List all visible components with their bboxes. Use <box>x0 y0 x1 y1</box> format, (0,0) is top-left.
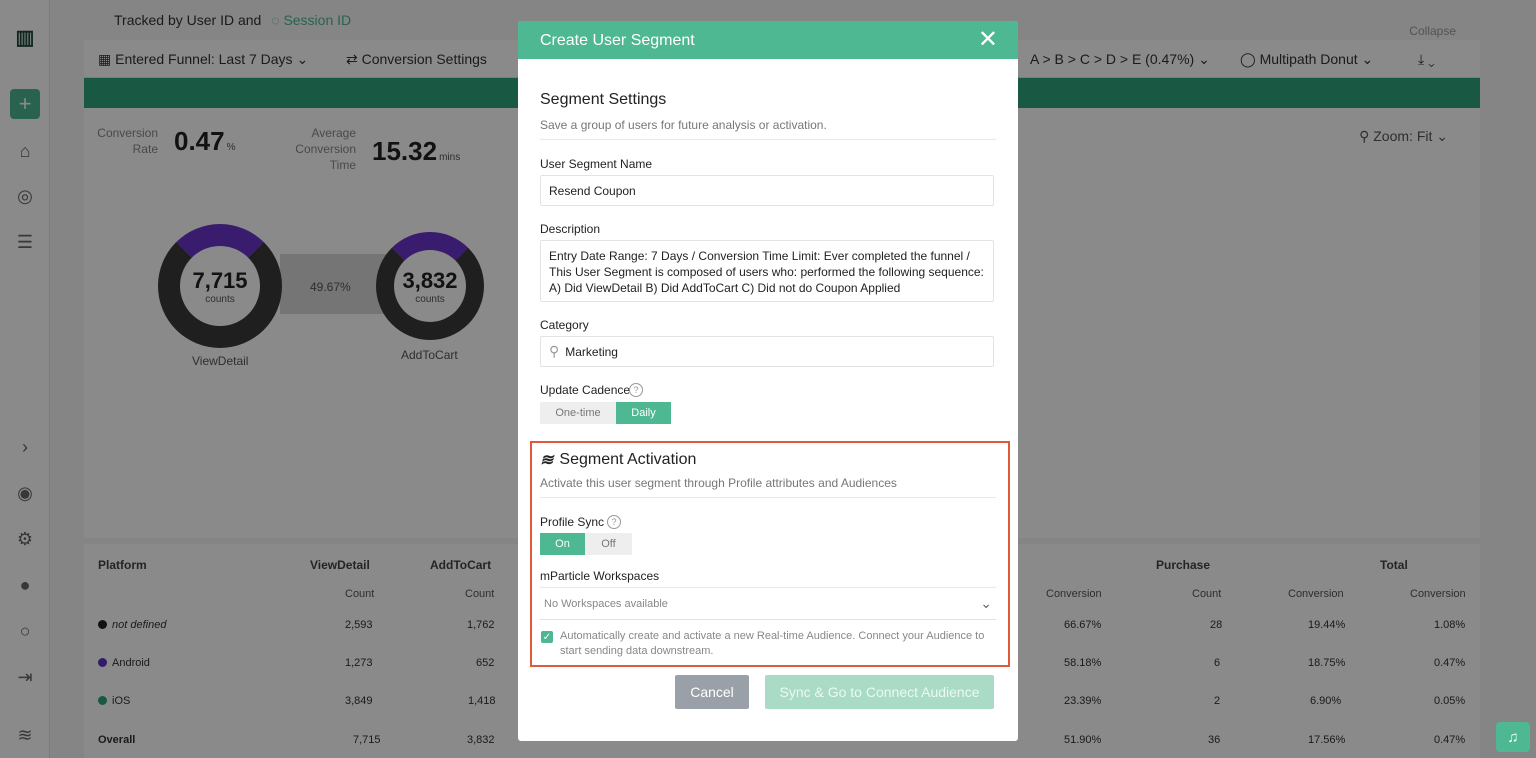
category-label: Category <box>540 318 589 332</box>
auto-create-checkbox[interactable]: ✓ <box>541 631 553 643</box>
cancel-button[interactable]: Cancel <box>675 675 749 709</box>
category-input[interactable]: ⚲ Marketing <box>540 336 994 367</box>
chevron-down-icon: ⌄ <box>980 595 992 611</box>
modal-title: Create User Segment <box>540 32 695 49</box>
workspaces-label: mParticle Workspaces <box>540 569 660 583</box>
profile-sync-label: Profile Sync <box>540 515 605 529</box>
profile-sync-on-button[interactable]: On <box>540 533 585 555</box>
mparticle-logo-icon: ≋ <box>540 452 554 469</box>
help-icon[interactable]: ? <box>607 515 621 529</box>
segment-settings-description: Save a group of users for future analysi… <box>540 118 827 132</box>
help-icon[interactable]: ? <box>629 383 643 397</box>
category-value: Marketing <box>565 344 618 359</box>
sync-connect-audience-button[interactable]: Sync & Go to Connect Audience <box>765 675 994 709</box>
description-label: Description <box>540 222 601 236</box>
segment-activation-description: Activate this user segment through Profi… <box>540 476 897 490</box>
segment-activation-header: ≋ Segment Activation <box>540 450 696 470</box>
workspaces-placeholder: No Workspaces available <box>544 597 668 610</box>
divider <box>540 139 996 140</box>
segment-name-label: User Segment Name <box>540 157 653 171</box>
bell-icon: ♫ <box>1507 728 1519 746</box>
create-segment-modal: Create User Segment ✕ Segment Settings S… <box>518 21 1018 741</box>
segment-name-input[interactable] <box>540 175 994 206</box>
search-icon: ⚲ <box>549 343 560 359</box>
segment-settings-title: Segment Settings <box>540 91 667 108</box>
update-cadence-label: Update Cadence <box>540 383 631 397</box>
chat-help-button[interactable]: ♫ <box>1496 722 1530 752</box>
description-textarea[interactable]: Entry Date Range: 7 Days / Conversion Ti… <box>540 240 994 302</box>
cadence-one-time-button[interactable]: One-time <box>540 402 616 424</box>
close-icon[interactable]: ✕ <box>978 27 998 53</box>
auto-create-text: Automatically create and activate a new … <box>560 630 985 657</box>
divider <box>540 497 996 498</box>
cadence-daily-button[interactable]: Daily <box>616 402 671 424</box>
modal-header: Create User Segment ✕ <box>518 21 1018 59</box>
profile-sync-off-button[interactable]: Off <box>585 533 632 555</box>
workspaces-select[interactable]: No Workspaces available ⌄ <box>540 588 996 620</box>
segment-activation-title: Segment Activation <box>559 451 697 468</box>
